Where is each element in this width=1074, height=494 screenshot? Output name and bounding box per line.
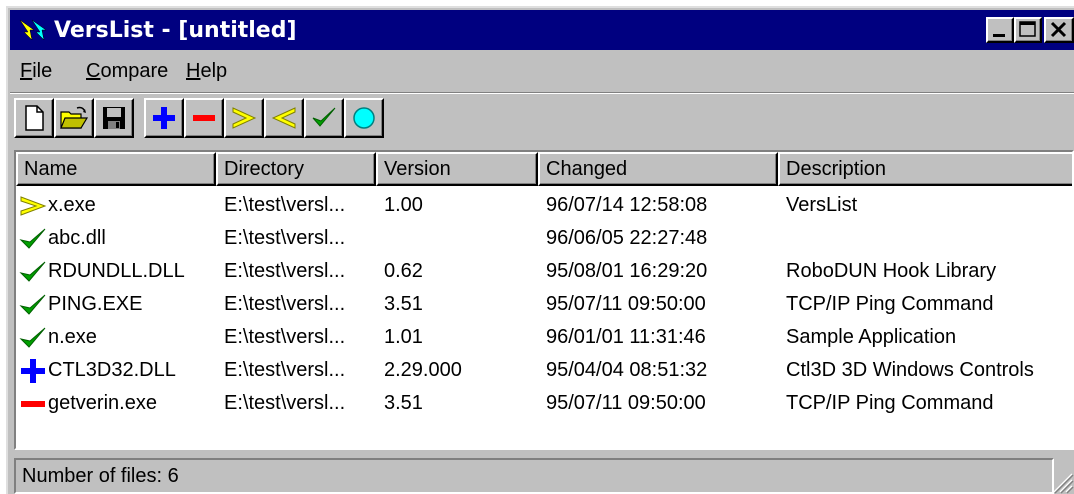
cell-directory: E:\test\versl... [224,227,346,249]
cell-description: RoboDUN Hook Library [786,260,997,282]
cell-changed: 95/07/11 09:50:00 [546,293,706,315]
cell-directory: E:\test\versl... [224,260,346,282]
less-than-icon [271,107,296,129]
cell-changed: 96/01/01 11:31:46 [546,326,706,348]
table-row[interactable]: RDUNDLL.DLL E:\test\versl... 0.62 95/08/… [16,256,1072,289]
minus-icon [193,115,215,121]
close-button[interactable] [1044,17,1074,43]
menu-compare[interactable]: Compare [86,60,168,83]
table-row[interactable]: x.exe E:\test\versl... 1.00 96/07/14 12:… [16,190,1072,223]
column-header-version[interactable]: Version [376,152,538,186]
maximize-button[interactable] [1014,17,1042,43]
cell-version: 1.01 [384,326,423,348]
column-header-description[interactable]: Description [778,152,1072,186]
status-text: Number of files: 6 [14,458,1054,494]
save-disk-icon [103,107,125,129]
cell-description: Ctl3D 3D Windows Controls [786,359,1034,381]
minimize-button[interactable] [986,17,1014,43]
close-icon [1050,21,1067,38]
checkmark-icon [19,228,46,249]
cell-version: 0.62 [384,260,423,282]
cell-changed: 96/06/05 22:27:48 [546,227,708,249]
menu-help[interactable]: Help [186,60,227,83]
cell-description: Sample Application [786,326,957,348]
cell-version: 2.29.000 [384,359,462,381]
save-button[interactable] [94,98,134,138]
menu-bar: File Compare Help [10,52,1074,92]
cell-changed: 95/07/11 09:50:00 [546,392,706,414]
cell-name: getverin.exe [48,392,157,414]
cell-description: VersList [786,194,858,216]
cell-version: 1.00 [384,194,423,216]
cell-name: CTL3D32.DLL [48,359,176,381]
greater-than-icon [20,196,47,216]
resize-grip-icon[interactable] [1048,468,1074,494]
new-file-icon [25,105,44,131]
add-button[interactable] [144,98,184,138]
circle-icon [353,107,375,129]
checkmark-icon [19,327,46,348]
menu-file[interactable]: File [20,60,52,83]
open-button[interactable] [54,98,94,138]
table-row[interactable]: abc.dll E:\test\versl... 96/06/05 22:27:… [16,223,1072,256]
circle-button[interactable] [344,98,384,138]
checkmark-icon [19,261,46,282]
app-window: VersList - [untitled] File Compare Help [6,6,1074,494]
table-row[interactable]: PING.EXE E:\test\versl... 3.51 95/07/11 … [16,289,1072,322]
checkmark-icon [312,107,336,127]
minimize-icon [993,34,1005,37]
column-header-directory[interactable]: Directory [216,152,376,186]
cell-changed: 95/04/04 08:51:32 [546,359,708,381]
maximize-icon [1019,21,1036,37]
cell-version: 3.51 [384,392,423,414]
cell-directory: E:\test\versl... [224,359,346,381]
window-title: VersList - [untitled] [54,18,297,43]
title-bar[interactable]: VersList - [untitled] [10,10,1074,50]
menu-separator [10,92,1074,94]
table-row[interactable]: getverin.exe E:\test\versl... 3.51 95/07… [16,388,1072,421]
minus-icon [21,401,45,407]
table-row[interactable]: CTL3D32.DLL E:\test\versl... 2.29.000 95… [16,355,1072,388]
cell-description: TCP/IP Ping Command [786,392,994,414]
cell-directory: E:\test\versl... [224,392,346,414]
older-button[interactable] [264,98,304,138]
checkmark-icon [19,294,46,315]
cell-directory: E:\test\versl... [224,326,346,348]
newer-button[interactable] [224,98,264,138]
status-bar: Number of files: 6 [14,458,1074,494]
cell-name: n.exe [48,326,97,348]
new-button[interactable] [14,98,54,138]
column-header-name[interactable]: Name [16,152,216,186]
cell-name: abc.dll [48,227,106,249]
toolbar [10,96,1074,146]
file-list[interactable]: Name Directory Version Changed Descripti… [14,150,1074,450]
cell-changed: 95/08/01 16:29:20 [546,260,708,282]
app-logo-icon [19,19,47,41]
cell-changed: 96/07/14 12:58:08 [546,194,708,216]
cell-name: RDUNDLL.DLL [48,260,185,282]
cell-directory: E:\test\versl... [224,293,346,315]
remove-button[interactable] [184,98,224,138]
table-row[interactable]: n.exe E:\test\versl... 1.01 96/01/01 11:… [16,322,1072,355]
cell-description: TCP/IP Ping Command [786,293,994,315]
plus-icon [21,359,45,383]
cell-name: x.exe [48,194,96,216]
greater-than-icon [232,107,257,129]
list-header: Name Directory Version Changed Descripti… [16,152,1072,186]
same-button[interactable] [304,98,344,138]
cell-name: PING.EXE [48,293,143,315]
open-folder-icon [60,106,89,129]
cell-directory: E:\test\versl... [224,194,346,216]
plus-icon [153,107,175,129]
cell-version: 3.51 [384,293,423,315]
column-header-changed[interactable]: Changed [538,152,778,186]
